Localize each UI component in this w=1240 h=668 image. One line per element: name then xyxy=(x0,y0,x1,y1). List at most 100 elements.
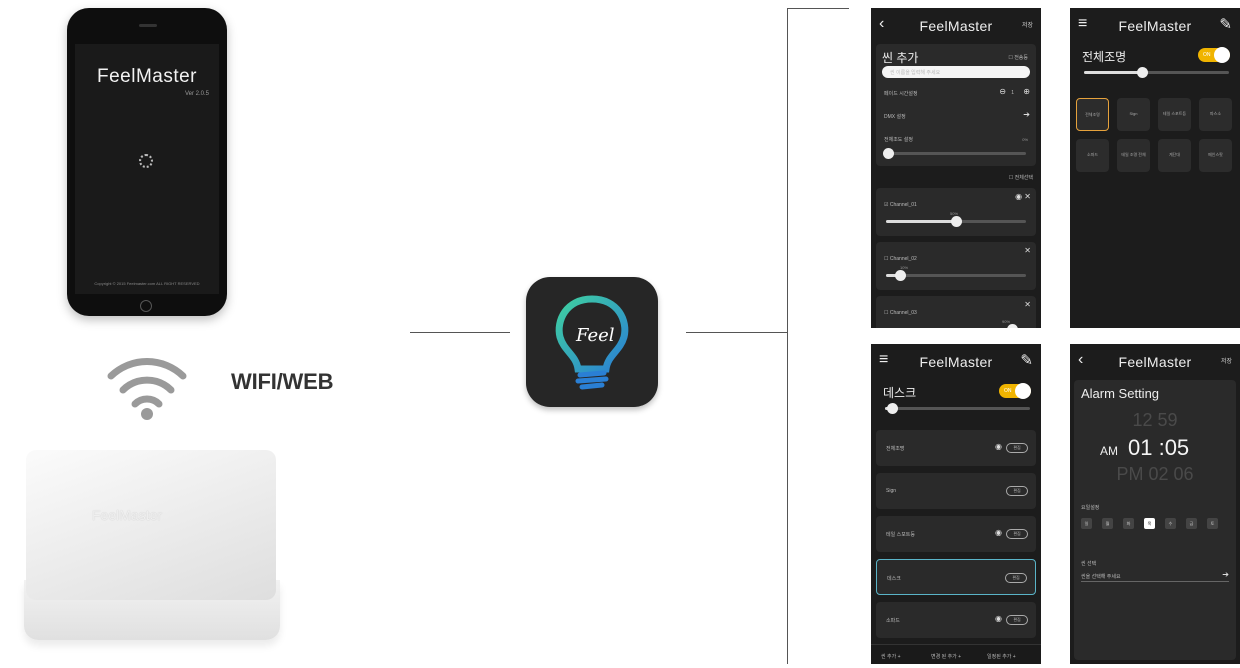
group-slider[interactable] xyxy=(1084,67,1229,78)
brightness-percent: 0% xyxy=(1022,137,1028,142)
scene-name-input[interactable]: 씬 이름을 입력해 주세요 xyxy=(882,66,1030,78)
wifi-icon xyxy=(107,358,187,420)
edit-button[interactable]: 편집 xyxy=(1006,529,1028,539)
app-icon-text: Feel xyxy=(575,325,615,346)
edit-button[interactable]: 편집 xyxy=(1005,573,1027,583)
scene-row[interactable]: 전체조명 ◉ 편집 xyxy=(876,430,1036,466)
edit-icon[interactable]: ✎ xyxy=(1020,351,1033,369)
scene-select-input[interactable]: 씬을 선택해 주세요 ➔ xyxy=(1081,570,1229,582)
slider-knob[interactable] xyxy=(1007,324,1018,328)
desk-slider[interactable] xyxy=(885,403,1030,414)
weekday-chip[interactable]: 수 xyxy=(1165,518,1176,529)
desk-toggle[interactable]: ON xyxy=(999,383,1031,399)
scene-row[interactable]: 소파드 ◉ 편집 xyxy=(876,602,1036,638)
loading-spinner-icon xyxy=(139,154,153,168)
scene-tile[interactable]: 메인스팟 xyxy=(1199,139,1232,172)
ampm[interactable]: AM xyxy=(1100,444,1118,458)
scene-tile[interactable]: 테일 스포트등 xyxy=(1158,98,1191,131)
desk-group-screen: ≡ FeelMaster ✎ 데스크 ON 전체조명 ◉ 편집 Sign 편집 테일 스포… xyxy=(871,344,1041,664)
scene-row-name: 데스크 xyxy=(887,576,901,582)
phone-app-name: FeelMaster xyxy=(96,66,198,87)
hub-top: FeelMaster xyxy=(26,450,276,600)
channel-checkbox[interactable]: ☑ Channel_01 xyxy=(884,202,917,208)
close-icon[interactable]: ✕ xyxy=(1024,246,1031,255)
alarm-setting-screen: ‹ FeelMaster 저장 Alarm Setting 12 59 AM 0… xyxy=(1070,344,1240,664)
eye-icon[interactable]: ◉ xyxy=(995,614,1002,623)
add-scene-button[interactable]: 씬 추가 + xyxy=(881,653,901,660)
screen1-title: FeelMaster xyxy=(919,18,993,34)
channel-slider[interactable] xyxy=(886,270,1026,281)
scene-tile[interactable]: 계단대 xyxy=(1158,139,1191,172)
chevron-right-icon[interactable]: ➔ xyxy=(1023,110,1030,119)
scene-tile[interactable]: Sign xyxy=(1117,98,1150,131)
channel-name: Channel_03 xyxy=(889,310,917,316)
phone-device: FeelMaster Ver 2.0.5 Copyright © 2015 Fe… xyxy=(67,8,227,316)
home-button xyxy=(140,300,152,312)
phone-speaker xyxy=(139,24,157,27)
scene-tile[interactable]: 파스소 xyxy=(1199,98,1232,131)
edit-button[interactable]: 편집 xyxy=(1006,486,1028,496)
scene-select-placeholder: 씬을 선택해 주세요 xyxy=(1081,574,1121,580)
scene-tile[interactable]: 전체조명 xyxy=(1076,98,1109,131)
scene-row-name: Sign xyxy=(886,488,897,494)
scene-row[interactable]: 데스크 편집 xyxy=(876,559,1036,595)
time-now[interactable]: 01 :05 xyxy=(1128,435,1189,461)
scene-row-name: 소파드 xyxy=(886,618,900,624)
connector-line-vertical xyxy=(787,8,788,664)
fade-time-value: 1 xyxy=(1011,90,1014,96)
eye-icon[interactable]: ◉ xyxy=(995,528,1002,537)
screen2-topbar: ≡ FeelMaster ✎ xyxy=(1070,8,1240,42)
scene-row[interactable]: Sign 편집 xyxy=(876,473,1036,509)
scene-tile[interactable]: 소파드 xyxy=(1076,139,1109,172)
select-all-checkbox[interactable]: ☐ 전체선택 xyxy=(1009,174,1033,181)
channel-checkbox[interactable]: ☐ Channel_02 xyxy=(884,256,917,262)
time-prev[interactable]: 12 59 xyxy=(1074,410,1236,431)
add-schedule-button[interactable]: 일정된 추가 + xyxy=(987,653,1016,660)
minus-icon[interactable]: ⊖ xyxy=(999,87,1006,96)
plus-icon[interactable]: ⊕ xyxy=(1023,87,1030,96)
save-button[interactable]: 저장 xyxy=(1221,356,1232,365)
chevron-right-icon[interactable]: ➔ xyxy=(1222,570,1229,579)
weekday-chip[interactable]: 일 xyxy=(1081,518,1092,529)
slider-knob[interactable] xyxy=(883,148,894,159)
channel-checkbox[interactable]: ☐ Channel_03 xyxy=(884,310,917,316)
eye-close-icon[interactable]: ◉ ✕ xyxy=(1015,192,1031,201)
app-icon[interactable]: Feel xyxy=(526,277,658,407)
weekday-chip[interactable]: 목 xyxy=(1144,518,1155,529)
wifi-web-label: WIFI/WEB xyxy=(231,369,334,394)
hub-brand: FeelMaster xyxy=(92,507,163,523)
scene-row-name: 전체조명 xyxy=(886,446,905,452)
save-button[interactable]: 저장 xyxy=(1022,20,1033,29)
slider-knob[interactable] xyxy=(1137,67,1148,78)
brightness-slider[interactable] xyxy=(883,148,1026,159)
scene-row[interactable]: 테일 스포트등 ◉ 편집 xyxy=(876,516,1036,552)
group-toggle[interactable]: ON xyxy=(1198,47,1230,63)
screen2-title: FeelMaster xyxy=(1118,18,1192,34)
slider-knob[interactable] xyxy=(895,270,906,281)
edit-button[interactable]: 편집 xyxy=(1006,443,1028,453)
time-next[interactable]: PM 02 06 xyxy=(1074,464,1236,485)
channel-name: Channel_01 xyxy=(889,202,917,208)
weekday-chip[interactable]: 토 xyxy=(1207,518,1218,529)
slider-knob[interactable] xyxy=(887,403,899,414)
weekday-chip[interactable]: 월 xyxy=(1102,518,1113,529)
close-icon[interactable]: ✕ xyxy=(1024,300,1031,309)
add-group-button[interactable]: 변경 된 추가 + xyxy=(931,653,961,660)
weekday-label: 요일설정 xyxy=(1081,505,1100,511)
connector-line-left xyxy=(410,332,510,333)
all-transmit-checkbox[interactable]: ☐ 전송등 xyxy=(1008,54,1028,61)
weekday-chip[interactable]: 금 xyxy=(1186,518,1197,529)
desk-heading: 데스크 xyxy=(883,386,917,400)
edit-button[interactable]: 편집 xyxy=(1006,615,1028,625)
channel-slider[interactable] xyxy=(886,216,1026,227)
screen4-title: FeelMaster xyxy=(1118,354,1192,370)
all-transmit-label: 전송등 xyxy=(1014,55,1028,61)
select-all-label: 전체선택 xyxy=(1014,175,1033,181)
slider-knob[interactable] xyxy=(951,216,962,227)
channel-card: ☐ Channel_02 ✕ 10% xyxy=(876,242,1036,290)
brightness-label: 전체조도 설정 xyxy=(884,137,913,143)
scene-tile[interactable]: 테일 조명 전체 xyxy=(1117,139,1150,172)
edit-icon[interactable]: ✎ xyxy=(1219,15,1232,33)
eye-icon[interactable]: ◉ xyxy=(995,442,1002,451)
weekday-chip[interactable]: 화 xyxy=(1123,518,1134,529)
